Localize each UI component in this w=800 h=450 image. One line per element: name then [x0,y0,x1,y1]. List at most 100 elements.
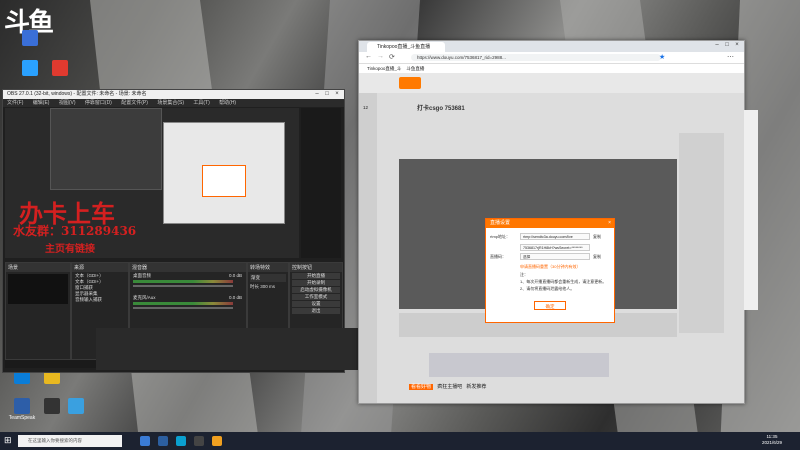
menu-view[interactable]: 视图(V) [59,100,76,106]
stream-key-input[interactable]: 7536817rjR1H8kH?wsSecret=******** [520,244,590,251]
obs-preview[interactable]: 办卡上车 水友群：311289436 主页有链接 [5,108,299,258]
virtual-camera-button[interactable]: 启动虚拟摄像机 [292,287,340,293]
menu-edit[interactable]: 编辑(E) [33,100,50,106]
mixer-channel-db: 0.0 dB [228,295,242,300]
stream-settings-dialog: 直播设置 × rtmp地址： rtmp://sendtc3a.douyu.com… [485,218,615,323]
overlay-text-2: 水友群：311289436 [13,224,137,238]
favorite-item[interactable]: 斗鱼直播 [406,66,424,71]
rtmp-input[interactable]: rtmp://sendtc3a.douyu.com/live [520,233,590,240]
tab-goods[interactable]: 看看好物 [409,384,434,390]
nested-preview [50,108,162,190]
menu-help[interactable]: 帮助(H) [219,100,236,106]
start-streaming-button[interactable]: 开始直播 [292,273,340,279]
explorer-icon[interactable] [212,436,222,446]
steam-icon[interactable] [158,436,168,446]
menu-profile[interactable]: 配置文件(P) [121,100,148,106]
menu-file[interactable]: 文件(F) [7,100,23,106]
tab-title: Tinkopoo直播_斗鱼直播 [377,44,431,50]
taskview-icon[interactable] [140,436,150,446]
browser-toolbar: ← → ⟳ https://www.douyu.com/7536817_rid=… [359,52,744,64]
overlay-text-3: 主页有链接 [45,244,95,255]
more-icon[interactable]: ⋯ [727,53,734,61]
obs-titlebar: OBS 27.0.1 (32-bit, windows) - 配置文件: 未命名… [3,90,344,99]
background-window [96,328,358,370]
close-icon[interactable]: × [732,42,742,48]
edge-icon[interactable] [176,436,186,446]
banner-ad[interactable] [429,353,609,377]
key-select[interactable]: 选择 [520,253,590,260]
confirm-button[interactable]: 确定 [534,301,566,310]
menu-tools[interactable]: 工具(T) [193,100,209,106]
mixer-channel-name: 麦克风/Aux [133,295,156,300]
obs-title: OBS 27.0.1 (32-bit, windows) - 配置文件: 未命名… [7,91,147,97]
app-icon [14,398,30,414]
exit-button[interactable]: 退出 [292,308,340,314]
desktop-icon[interactable] [56,398,96,415]
taskbar-search[interactable]: 在这里输入你要搜索的内容 [18,435,122,447]
browser-tabbar: Tinkopoo直播_斗鱼直播 – □ × [359,41,744,52]
browser-tab[interactable]: Tinkopoo直播_斗鱼直播 [367,42,445,52]
controls-title: 控制按钮 [290,263,342,272]
nested-dialog [202,165,246,197]
address-bar[interactable]: https://www.douyu.com/7536817_rid=2988..… [411,54,661,61]
scenes-list[interactable] [8,274,68,304]
close-icon[interactable]: × [332,90,342,99]
menu-scene-collection[interactable]: 场景集合(S) [157,100,184,106]
source-item[interactable]: 音频输入捕获 [75,297,125,303]
copy-rtmp-button[interactable]: 复制 [593,234,601,240]
note-line-1: 1、每次开播直播码都会重新生成，请注意更新。 [520,279,607,284]
minimize-icon[interactable]: – [312,90,322,99]
douyu-logo[interactable] [399,77,421,89]
back-icon[interactable]: ← [365,53,372,60]
scenes-title: 场景 [6,263,70,272]
studio-mode-button[interactable]: 工作室模式 [292,294,340,300]
copy-key-button[interactable]: 复制 [593,254,601,260]
desktop-icon[interactable] [10,30,50,47]
transition-select[interactable]: 渐变 [250,274,286,282]
maximize-icon[interactable]: □ [322,90,332,99]
scenes-panel: 场景 [5,262,71,360]
transitions-title: 转场特效 [248,263,288,272]
mixer-channel-db: 0.0 dB [228,273,242,278]
room-name: 打卡csgo 753681 [417,106,465,112]
volume-meter [133,302,233,305]
left-nav: 12 [359,93,377,403]
star-icon[interactable]: ★ [659,53,665,61]
obs-side-dock [301,108,341,258]
duration-input[interactable]: 300 ms [260,284,275,289]
windows-start-icon[interactable]: ⊞ [4,435,12,446]
favorite-item[interactable]: Tinkopoo直播_斗 [367,66,401,71]
menu-docks[interactable]: 停靠窗口(D) [85,100,112,106]
taskbar: ⊞ 在这里输入你要搜索的内容 11:35 2021/6/29 [0,432,800,450]
sources-title: 来源 [72,263,128,272]
refresh-icon[interactable]: ⟳ [389,53,395,61]
app-icon [22,30,38,46]
volume-slider[interactable] [133,307,233,309]
viewer-tag: 12 [363,105,369,110]
site-header [359,73,744,93]
douyu-page: 12 打卡csgo 753681 看看好物 疯狂主播吧 新发推荐 直播设置 × … [359,73,744,403]
rtmp-label: rtmp地址： [490,234,510,239]
mixer-channel-name: 桌面音频 [133,273,151,278]
desktop-icon-label: TeamSpeak [8,415,36,421]
dialog-close-icon[interactable]: × [608,219,611,228]
browser-window: Tinkopoo直播_斗鱼直播 – □ × ← → ⟳ https://www.do… [358,40,745,404]
app-icon [22,60,38,76]
maximize-icon[interactable]: □ [722,42,732,48]
note-line-2: 2、请勿将直播码泄露给他人。 [520,286,575,291]
volume-meter [133,280,233,283]
desktop-icon[interactable] [40,60,80,77]
settings-button[interactable]: 设置 [292,301,340,307]
taskbar-clock[interactable]: 11:35 2021/6/29 [762,434,782,446]
minimize-icon[interactable]: – [712,42,722,48]
app-icon [52,60,68,76]
obs-taskbar-icon[interactable] [194,436,204,446]
note-title: 注： [520,272,528,277]
reset-key-link[interactable]: 申请直播码重置（30分钟内有效） [520,264,580,270]
tab-streamer[interactable]: 疯狂主播吧 [437,384,462,390]
tab-recommend[interactable]: 新发推荐 [466,384,486,390]
start-recording-button[interactable]: 开始录制 [292,280,340,286]
volume-slider[interactable] [133,285,233,287]
forward-icon[interactable]: → [377,53,384,60]
dialog-header: 直播设置 × [486,219,614,228]
